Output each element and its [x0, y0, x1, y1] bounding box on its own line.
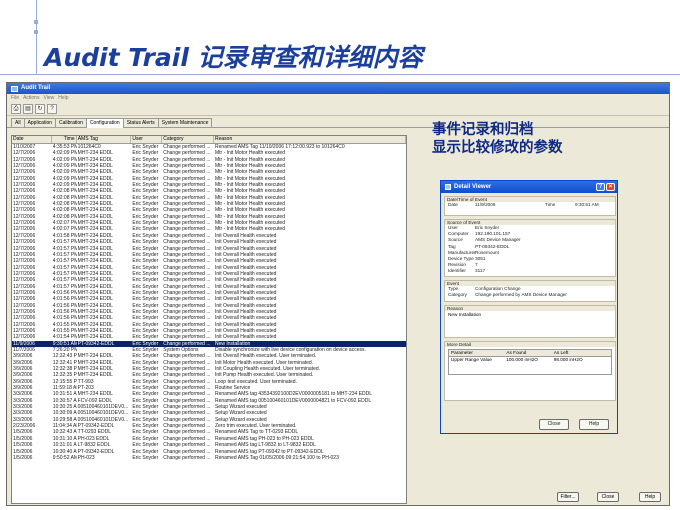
dialog-help-icon[interactable]: ? — [596, 183, 605, 191]
slide-title: Audit Trail 记录审查和详细内容 — [44, 43, 423, 72]
detail-row: Category Change performed by AMS Device M… — [445, 292, 615, 298]
dialog-close-button[interactable]: Close — [539, 419, 569, 430]
print-icon[interactable]: ⎙ — [11, 103, 21, 114]
event-group: Event Type Configuration Change Category Ch… — [444, 280, 616, 302]
source-rows: User Eric Snyder Computer 192.190.101.157 So… — [445, 225, 615, 275]
event-rows: Type Configuration Change Category Change p… — [445, 286, 615, 298]
annotation: 事件记录和归档 显示比较修改的参数 — [432, 121, 622, 157]
tab-application[interactable]: Application — [23, 118, 57, 127]
window-titlebar: Audit Trail — [7, 83, 669, 94]
column-user[interactable]: User — [131, 136, 163, 143]
col-as-found: As Found — [506, 350, 527, 355]
datetime-group: Date/Time of Event Date 11/9/2006 Time 9… — [444, 196, 616, 216]
col-as-left: As Left — [553, 350, 569, 355]
cell-time: 9:50:52 AM — [52, 454, 77, 461]
decorative-vertical-line — [36, 0, 37, 74]
column-time[interactable]: Time — [52, 136, 77, 143]
tab-system-maintenance[interactable]: System Maintenance — [157, 118, 213, 127]
more-detail-label: More Detail — [445, 342, 615, 347]
more-detail-table: Parameter As Found As Left Upper Range V… — [448, 349, 612, 375]
as-found-value: 100.000 inH2O — [506, 357, 538, 362]
column-date[interactable]: Date — [12, 136, 52, 143]
as-left-value: 98.000 inH2O — [553, 357, 583, 362]
toolbar: ⎙ ▤ ↻ ? — [7, 102, 669, 116]
parameter-name: Upper Range Value — [451, 357, 492, 362]
detail-viewer-dialog: Detail Viewer ? × Date/Time of Event Dat… — [440, 180, 618, 434]
more-detail-header: Parameter As Found As Left — [449, 350, 611, 357]
dialog-help-button[interactable]: Help — [579, 419, 609, 430]
window-title: Audit Trail — [21, 85, 51, 91]
cell-reason: Renamed AMS Tag 01/05/2006 09:21:54.100 … — [214, 454, 339, 461]
decorative-dot — [34, 20, 38, 24]
decorative-dot — [34, 30, 38, 34]
preview-icon[interactable]: ▤ — [23, 103, 33, 114]
menu-file[interactable]: File — [11, 94, 19, 102]
dialog-icon — [445, 184, 451, 190]
more-detail-row[interactable]: Upper Range Value 100.000 inH2O 98.000 i… — [449, 357, 611, 363]
dialog-close-icon[interactable]: × — [606, 183, 615, 191]
detail-key: Category — [448, 292, 468, 298]
cell-ams-tag: PH-023 — [77, 454, 95, 461]
table-row[interactable]: 1/5/2006 9:50:52 AM PH-023 Eric Snyder Chang… — [12, 455, 406, 461]
annotation-line-1: 事件记录和归档 — [432, 122, 534, 138]
cell-category: Change performed ... — [163, 454, 211, 461]
close-button[interactable]: Close — [597, 492, 619, 502]
time-label: Time — [545, 202, 556, 207]
refresh-icon[interactable]: ↻ — [35, 103, 45, 114]
tab-calibration[interactable]: Calibration — [55, 118, 87, 127]
col-parameter: Parameter — [451, 350, 473, 355]
source-group: Source of Event User Eric Snyder Computer 1… — [444, 219, 616, 277]
reason-group: Reason New Installation — [444, 305, 616, 338]
menu-actions[interactable]: Actions — [23, 94, 39, 102]
cell-date: 1/5/2006 — [13, 454, 33, 461]
detail-value: Change performed by AMS Device Manager — [475, 292, 567, 298]
menu-view[interactable]: View — [43, 94, 54, 102]
tab-configuration[interactable]: Configuration — [85, 118, 124, 128]
column-category[interactable]: Category — [162, 136, 214, 143]
detail-row: Identifier 3117 — [445, 268, 615, 274]
more-detail-group: More Detail Parameter As Found As Left U… — [444, 341, 616, 401]
date-value: 11/9/2006 — [475, 202, 496, 207]
menu-help[interactable]: Help — [58, 94, 68, 102]
column-ams-tag[interactable]: AMS Tag — [77, 136, 132, 143]
help-icon[interactable]: ? — [47, 103, 57, 114]
table-body: 1/10/2007 4:35:53 PM 101264C0 Eric Snyder Ch… — [12, 144, 406, 461]
filter-button[interactable]: Filter... — [557, 492, 579, 502]
cell-user: Eric Snyder — [132, 454, 159, 461]
date-label: Date — [448, 202, 458, 207]
dialog-title: Detail Viewer — [454, 184, 492, 190]
detail-value: 3117 — [475, 268, 486, 274]
dialog-titlebar: Detail Viewer ? × — [441, 181, 617, 193]
app-icon — [11, 85, 18, 92]
annotation-line-2: 显示比较修改的参数 — [432, 140, 563, 156]
audit-table: Date Time AMS Tag User Category Reason 1… — [11, 135, 407, 504]
date-time-row: Date 11/9/2006 Time 9:30:51 AM — [445, 202, 615, 208]
tab-status-alerts[interactable]: Status Alerts — [122, 118, 159, 127]
decorative-horizontal-line — [0, 74, 680, 75]
help-button[interactable]: Help — [639, 492, 661, 502]
detail-key: Identifier — [448, 268, 466, 274]
column-reason[interactable]: Reason — [214, 136, 406, 143]
reason-value: New Installation — [448, 312, 482, 317]
slide-header: Audit Trail 记录审查和详细内容 — [0, 0, 680, 78]
time-value: 9:30:51 AM — [575, 202, 599, 207]
menu-bar: File Actions View Help — [7, 94, 669, 102]
table-header: Date Time AMS Tag User Category Reason — [12, 136, 406, 144]
tab-all[interactable]: All — [11, 118, 25, 127]
